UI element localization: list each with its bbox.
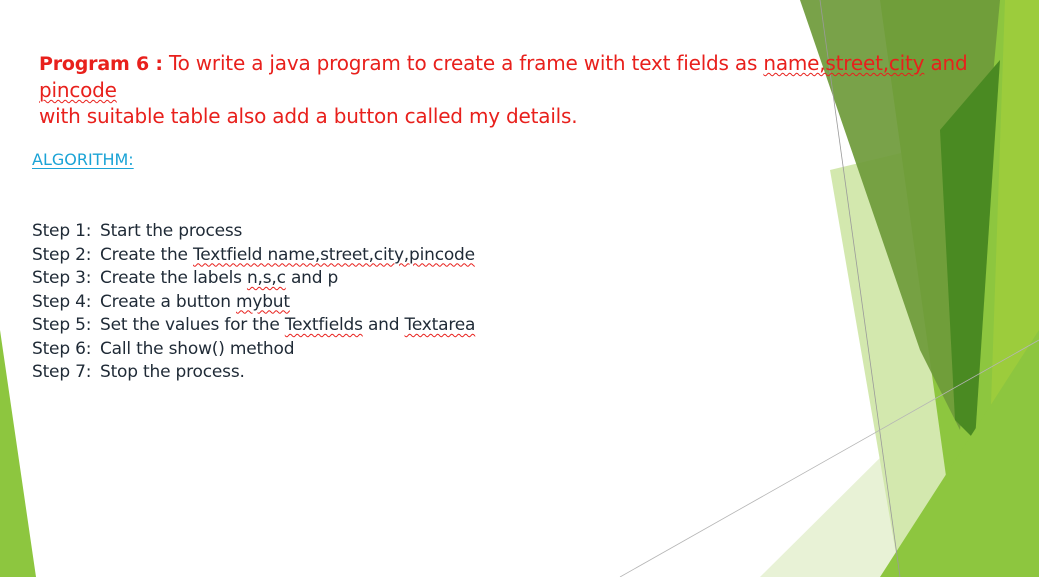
bullet-dot: . bbox=[40, 108, 45, 124]
program-title: Program 6 : To write a java program to c… bbox=[39, 50, 1029, 129]
program-text-middle: and bbox=[924, 51, 968, 75]
step-flagged-text: n,s,c bbox=[246, 268, 286, 288]
step-flagged-text-2: Textarea bbox=[404, 315, 476, 335]
algorithm-heading: ALGORITHM: bbox=[32, 150, 134, 169]
step-item: Step 1: Start the process bbox=[32, 220, 475, 244]
step-text-after: and p bbox=[285, 268, 339, 288]
step-flagged-text: mybut bbox=[236, 291, 290, 312]
program-text-before: To write a java program to create a fram… bbox=[162, 51, 764, 75]
step-label: Step 7: bbox=[32, 362, 92, 382]
step-text: Start the process bbox=[100, 221, 243, 241]
step-item: Step 3: Create the labels n,s,c and p bbox=[32, 267, 475, 291]
step-text: Set the values for the bbox=[100, 315, 285, 335]
slide-content: Program 6 : To write a java program to c… bbox=[0, 0, 1039, 577]
step-text: Create the labels bbox=[100, 268, 247, 288]
step-text: Create the bbox=[100, 244, 193, 265]
step-text: Stop the process. bbox=[100, 362, 245, 382]
step-label: Step 6: bbox=[32, 338, 92, 359]
step-item: Step 6: Call the show() method bbox=[32, 338, 475, 362]
step-item: Step 4: Create a button mybut bbox=[32, 291, 475, 315]
step-item: Step 7: Stop the process. bbox=[32, 361, 475, 385]
step-label: Step 3: bbox=[32, 268, 92, 288]
program-line-2: with suitable table also add a button ca… bbox=[39, 104, 578, 128]
step-label: Step 1: bbox=[32, 221, 92, 241]
step-flagged-text: Textfield name,street,city,pincode bbox=[193, 244, 475, 265]
step-list: Step 1: Start the process Step 2: Create t… bbox=[32, 220, 475, 385]
program-text-flagged: name,street,city bbox=[763, 51, 925, 75]
step-item: Step 5: Set the values for the Textfields… bbox=[32, 314, 475, 338]
step-label: Step 5: bbox=[32, 315, 92, 335]
step-flagged-text: Textfields bbox=[284, 315, 363, 335]
step-text: Call the show() method bbox=[100, 338, 295, 359]
step-text: Create a button bbox=[100, 291, 236, 312]
step-item: Step 2: Create the Textfield name,street,… bbox=[32, 244, 475, 268]
step-label: Step 4: bbox=[32, 291, 92, 312]
step-text-middle: and bbox=[362, 315, 405, 335]
step-label: Step 2: bbox=[32, 244, 92, 265]
program-text-flagged-2: pincode bbox=[39, 78, 117, 102]
program-label: Program 6 : bbox=[39, 53, 163, 75]
slide: Program 6 : To write a java program to c… bbox=[0, 0, 1039, 577]
